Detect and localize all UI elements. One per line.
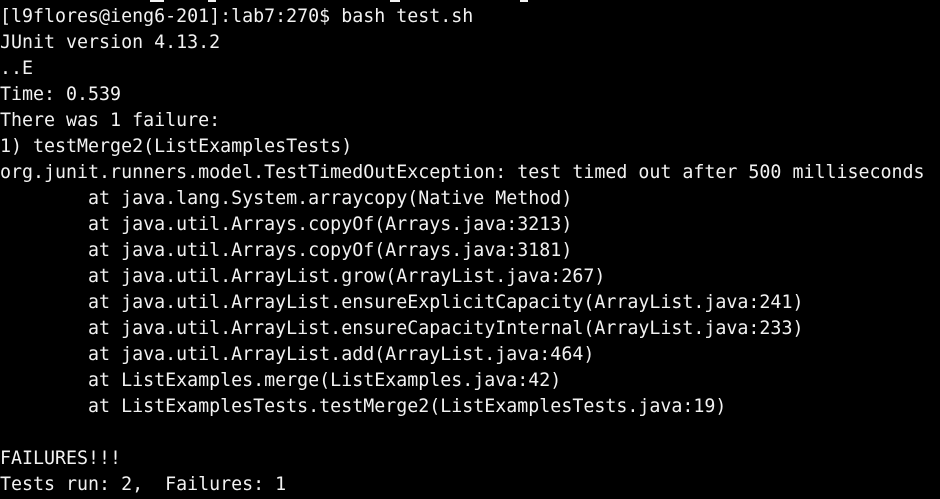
clipped-previous-line [150,0,164,2]
junit-version-line: JUnit version 4.13.2 [0,32,221,53]
stack-trace-line: at java.lang.System.arraycopy(Native Met… [0,188,573,209]
stack-trace-line: at java.util.Arrays.copyOf(Arrays.java:3… [0,240,573,261]
stack-trace-line: at ListExamples.merge(ListExamples.java:… [0,370,562,391]
stack-trace-line: at java.util.ArrayList.ensureExplicitCap… [0,292,804,313]
stack-trace-line: at java.util.Arrays.copyOf(Arrays.java:3… [0,214,573,235]
stack-trace-line: at java.util.ArrayList.add(ArrayList.jav… [0,344,595,365]
clipped-previous-line [208,0,216,2]
stack-trace-line: at ListExamplesTests.testMerge2(ListExam… [0,396,727,417]
prompt-command-line: [l9flores@ieng6-201]:lab7:270$ bash test… [0,6,474,27]
stack-trace-line: at java.util.ArrayList.ensureCapacityInt… [0,318,804,339]
time-line: Time: 0.539 [0,84,122,105]
failure-count-line: There was 1 failure: [0,110,221,131]
clipped-previous-line [520,0,528,2]
failures-banner-line: FAILURES!!! [0,448,122,469]
tests-summary-line: Tests run: 2, Failures: 1 [0,474,287,495]
clipped-previous-line [390,0,400,2]
exception-line: org.junit.runners.model.TestTimedOutExce… [0,162,925,183]
stack-trace-line: at java.util.ArrayList.grow(ArrayList.ja… [0,266,606,287]
terminal-output[interactable]: [l9flores@ieng6-201]:lab7:270$ bash test… [0,0,940,499]
failed-test-name-line: 1) testMerge2(ListExamplesTests) [0,136,353,157]
test-progress-line: ..E [0,58,34,79]
